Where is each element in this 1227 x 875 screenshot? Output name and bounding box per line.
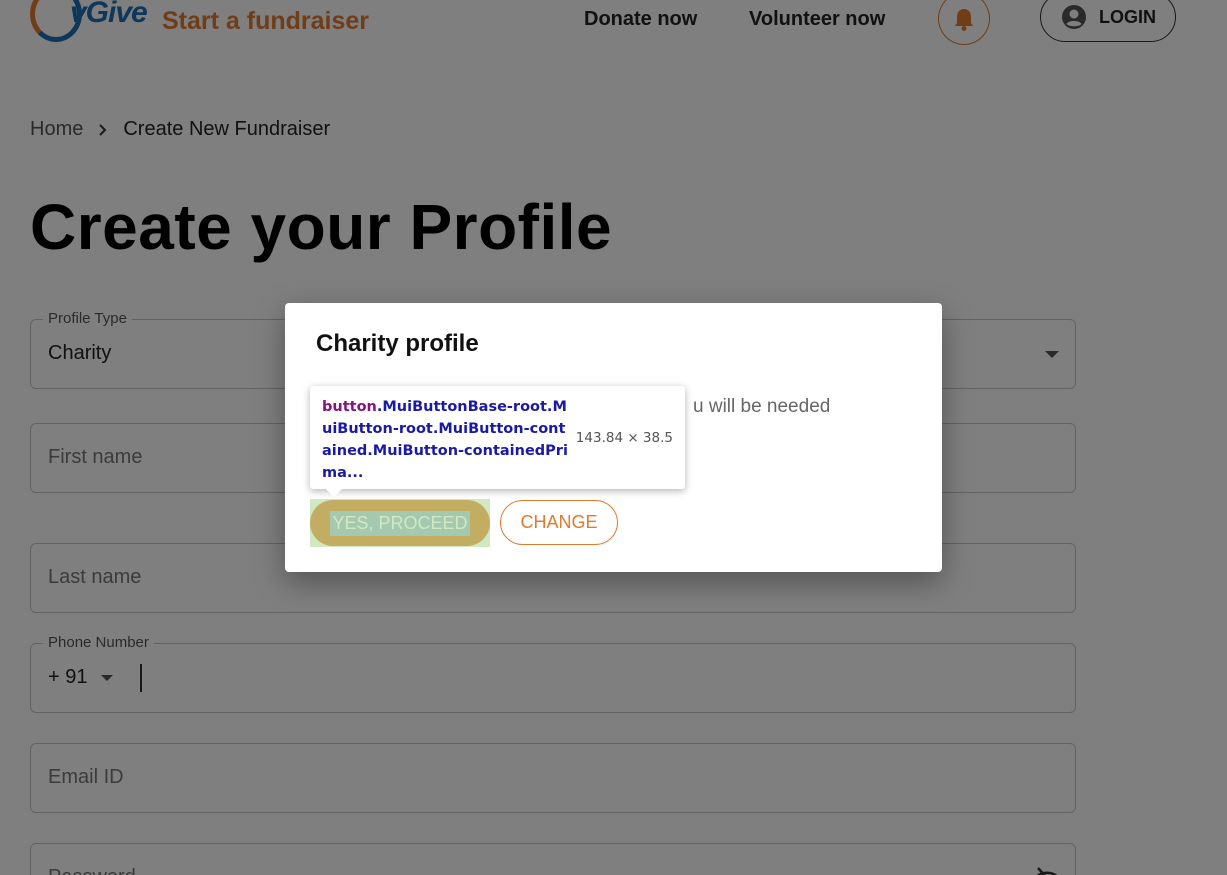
change-button[interactable]: CHANGE xyxy=(500,500,618,545)
dialog-message-text: u will be needed xyxy=(693,396,831,417)
devtools-inspector-tooltip: button.MuiButtonBase-root.MuiButton-root… xyxy=(310,386,685,497)
devtools-size: 143.84 × 38.5 xyxy=(575,430,673,446)
devtools-selector: button.MuiButtonBase-root.MuiButton-root… xyxy=(322,396,570,484)
change-label: CHANGE xyxy=(520,512,598,532)
yes-proceed-button[interactable]: YES, PROCEED xyxy=(310,500,490,546)
yes-proceed-label: YES, PROCEED xyxy=(330,510,470,536)
devtools-tag: button xyxy=(322,399,377,415)
dialog-title: Charity profile xyxy=(316,330,479,357)
tooltip-arrow-icon xyxy=(326,489,342,497)
